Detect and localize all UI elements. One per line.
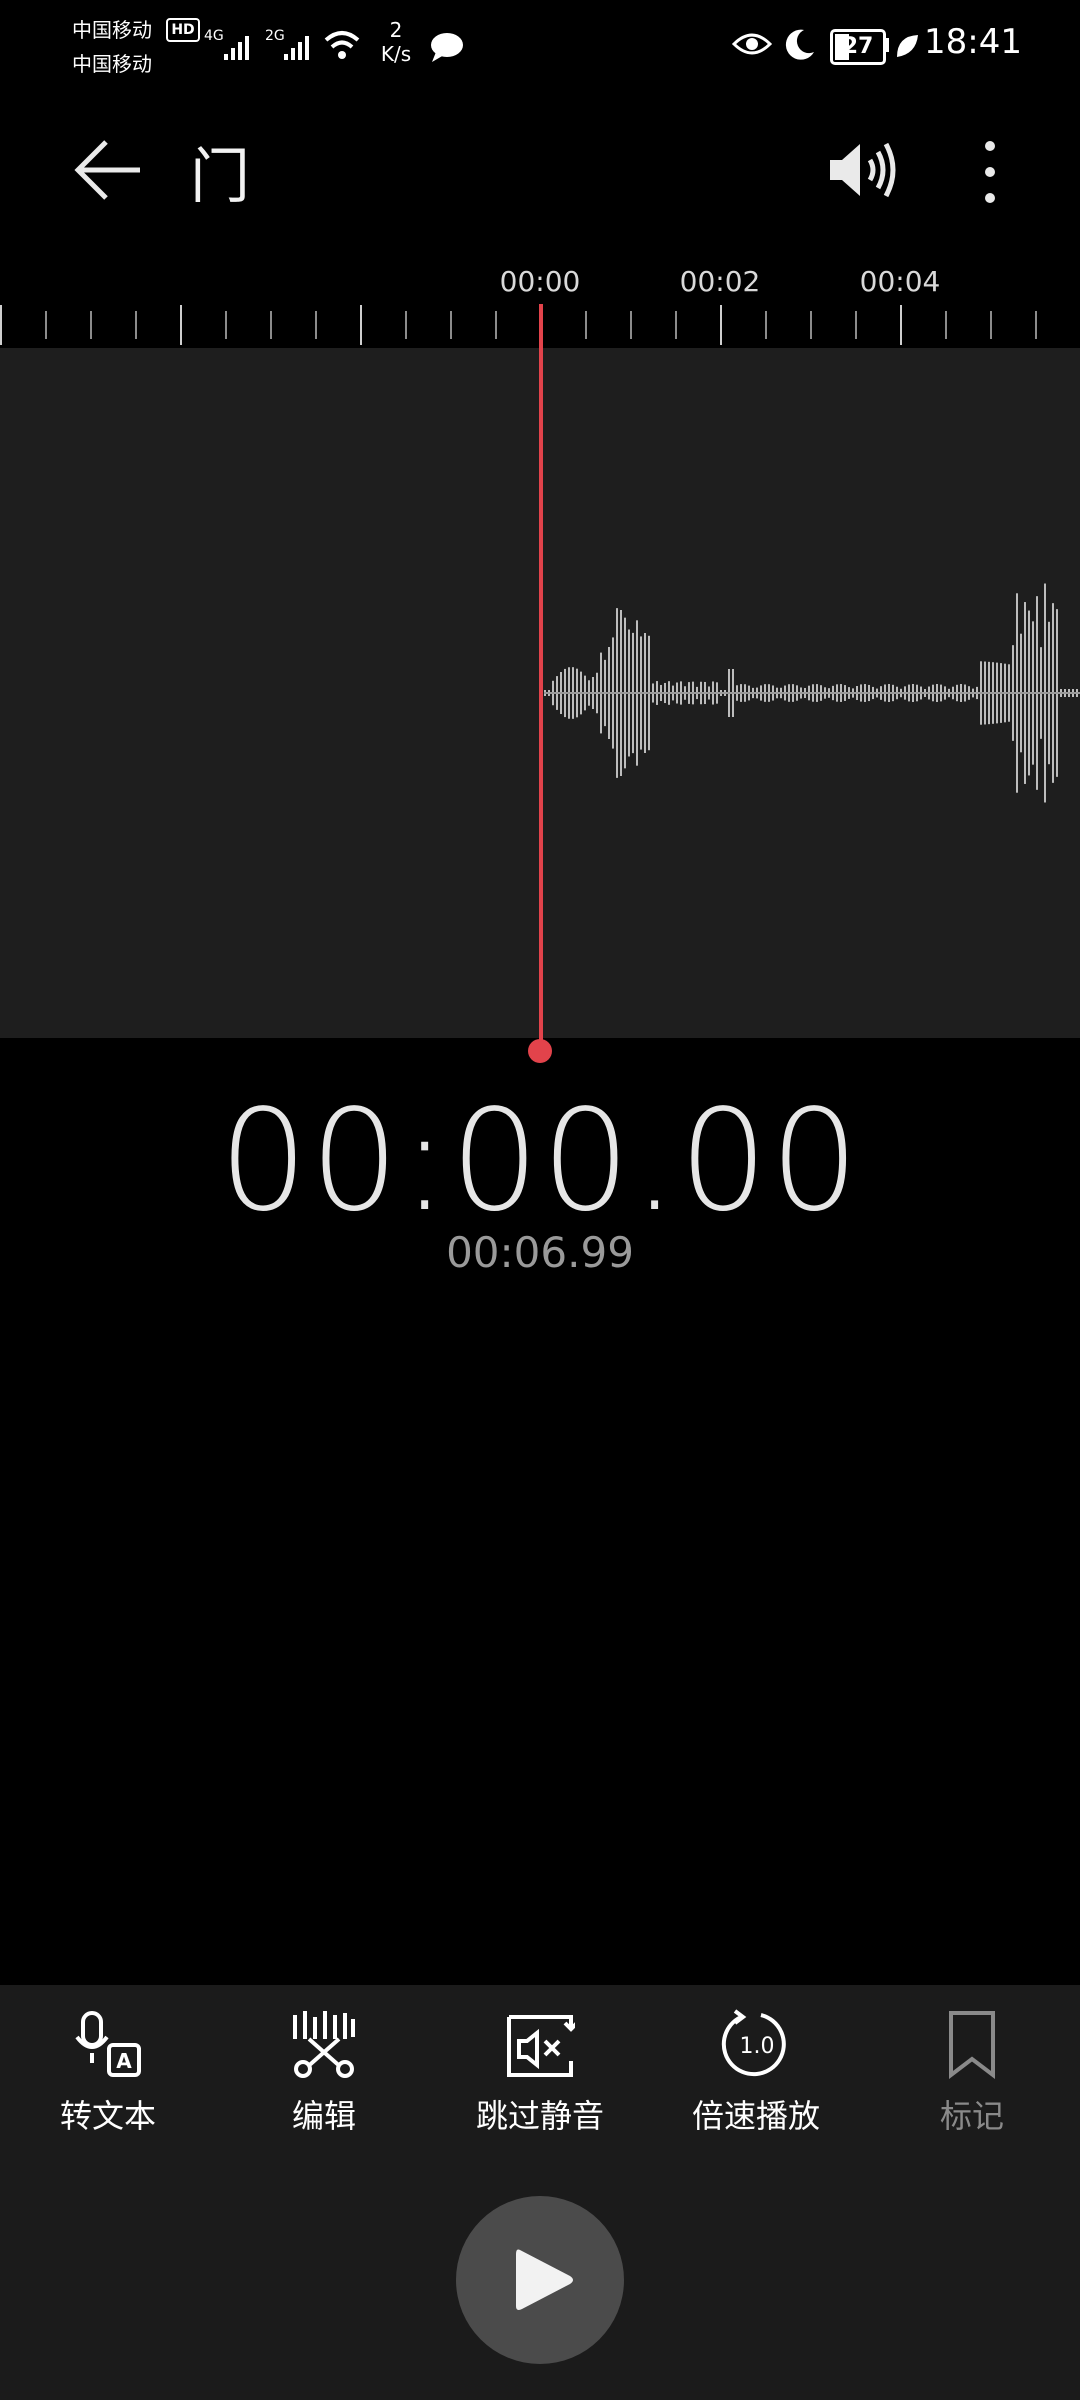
tick-minor [495,311,497,339]
tick-minor [765,311,767,339]
clock: 18:41 [924,22,1022,62]
more-options-icon[interactable] [976,138,1004,208]
timeline-label: 00:04 [859,265,941,298]
bookmark-button[interactable]: 标记 [864,2009,1080,2137]
tick-major [900,305,902,345]
edit-cut-icon [293,2011,355,2078]
speech-to-text-label: 转文本 [59,2097,156,2135]
tick-minor [810,311,812,339]
edit-label: 编辑 [291,2097,356,2135]
battery-tip [884,38,889,52]
playback-speed-icon: 1.0 [721,2009,786,2077]
tick-minor [225,311,227,339]
tick-minor [990,311,992,339]
net-speed-unit: K/s [380,42,412,66]
speaker-icon[interactable] [826,140,900,200]
tick-minor [315,311,317,339]
tick-major [180,305,182,345]
do-not-disturb-icon [785,29,814,60]
chat-notification-icon [431,33,463,62]
total-duration: 00:06.99 [446,1228,634,1277]
back-icon[interactable] [74,138,144,202]
hd-badge: HD [166,18,200,42]
tick-minor [675,311,677,339]
tick-major [720,305,722,345]
play-icon [516,2249,573,2310]
waveform-baseline [544,692,1080,694]
top-bar: 门 [0,110,1080,240]
playback-speed-button[interactable]: 1.0 倍速播放 [648,2009,864,2137]
recording-title: 门 [190,142,250,212]
net-speed: 2 K/s [376,18,416,66]
timeline-label: 00:00 [499,265,581,298]
power-saving-leaf-icon [897,35,918,57]
battery-icon: 27 [830,29,886,65]
wifi-icon [324,31,360,59]
tick-minor [585,311,587,339]
timeline-label: 00:02 [679,265,761,298]
tick-minor [270,311,272,339]
svg-text:A: A [116,2049,132,2073]
eye-comfort-icon [732,33,772,55]
playhead-handle[interactable] [528,1039,552,1063]
playback-speed-label: 倍速播放 [691,2097,820,2135]
tick-minor [1035,311,1037,339]
current-time: 00:00.00 [218,1080,862,1243]
tick-minor [630,311,632,339]
play-button[interactable] [456,2196,624,2364]
signal-icon-2 [284,36,309,60]
tick-minor [450,311,452,339]
bookmark-icon [949,2011,995,2079]
battery-level: 27 [842,34,874,59]
playhead-line[interactable] [539,304,543,1048]
skip-silence-button[interactable]: 跳过静音 [432,2009,648,2137]
carrier-1: 中国移动 [72,18,152,42]
tick-minor [135,311,137,339]
signal-icon-1 [224,36,249,60]
tick-minor [90,311,92,339]
skip-silence-icon [507,2015,575,2077]
carrier-2: 中国移动 [72,52,152,76]
edit-button[interactable]: 编辑 [216,2009,432,2137]
tick-minor [945,311,947,339]
tick-minor [405,311,407,339]
speech-to-text-icon: A [75,2011,141,2077]
bookmark-label: 标记 [939,2097,1004,2135]
net-speed-value: 2 [389,18,403,42]
speed-value: 1.0 [740,2034,775,2059]
skip-silence-label: 跳过静音 [475,2097,604,2135]
tick-minor [45,311,47,339]
tick-major [360,305,362,345]
tick-minor [855,311,857,339]
status-bar: 中国移动 HD 中国移动 4G 2G 2 K/s 27 18:41 [0,0,1080,90]
network-type-1: 4G [204,28,224,44]
speech-to-text-button[interactable]: A 转文本 [0,2009,216,2137]
tick-major [0,305,2,345]
